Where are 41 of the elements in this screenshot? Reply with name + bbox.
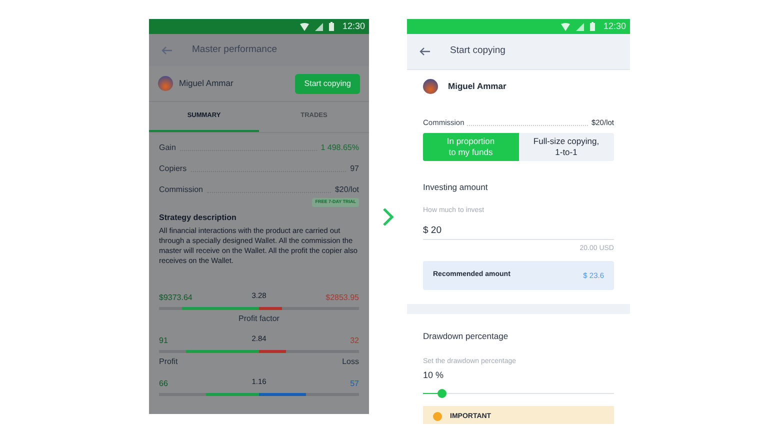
bar-caption: Profit (159, 356, 178, 368)
bar-caption: Loss (342, 356, 359, 368)
screen-title: Master performance (192, 42, 278, 57)
warning-icon (433, 412, 442, 422)
avatar (158, 76, 173, 91)
stat-value: 97 (350, 163, 359, 175)
start-copying-button[interactable]: Start copying (295, 74, 360, 94)
section-heading: Strategy description (158, 212, 238, 224)
wifi-icon (300, 22, 310, 30)
battery-icon (590, 22, 596, 31)
bar-caption: Profit factor (238, 312, 280, 325)
amount-field[interactable]: $ 20 (423, 222, 614, 240)
percentage-value: 10 % (422, 369, 445, 382)
section-heading: Drawdown percentage (422, 330, 510, 343)
wifi-icon (561, 22, 570, 30)
right-value: 32 (350, 334, 359, 347)
battery-icon (329, 22, 334, 31)
status-time: 12:30 (603, 20, 626, 33)
right-value: 57 (350, 378, 359, 390)
master-name: Miguel Ammar (179, 77, 234, 90)
chevron-right-icon (382, 207, 394, 227)
back-arrow-icon[interactable] (419, 47, 430, 56)
right-value: $2853.95 (326, 292, 359, 304)
stat-value: $20/lot (334, 184, 359, 196)
section-heading: Investing amount (422, 181, 489, 194)
slider-thumb[interactable] (438, 388, 447, 398)
signal-icon (315, 22, 324, 30)
mode-option[interactable]: Full-size copying, 1-to-1 (518, 133, 614, 162)
stat-label: Gain (159, 142, 176, 154)
signal-icon (576, 22, 584, 30)
left-value: $9373.64 (159, 292, 192, 304)
stat-value: 1 498.65% (320, 142, 359, 154)
left-value: 91 (159, 334, 168, 347)
avatar (423, 78, 438, 94)
master-name: Miguel Ammar (448, 80, 506, 92)
stat-label: Copiers (159, 163, 187, 175)
slider[interactable] (423, 388, 614, 398)
stat-label: Commission (159, 184, 204, 196)
left-value: 66 (159, 378, 168, 390)
screen-title: Start copying (450, 44, 506, 58)
status-time: 12:30 (342, 20, 365, 33)
